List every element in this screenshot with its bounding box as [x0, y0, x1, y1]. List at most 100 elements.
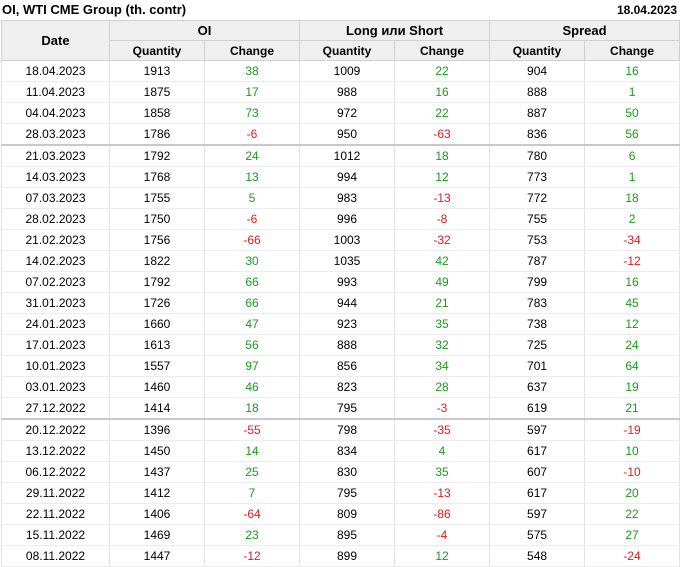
cell-ls-quantity: 795 — [299, 482, 396, 504]
table-row: 29.11.2022 1412 7 795 -13 617 20 — [1, 482, 680, 504]
group-header-long-short: Long или Short — [299, 20, 491, 41]
cell-ls-quantity: 994 — [299, 166, 396, 188]
table-row: 06.12.2022 1437 25 830 35 607 -10 — [1, 461, 680, 483]
cell-ls-quantity: 950 — [299, 123, 396, 146]
cell-ls-change: 22 — [394, 102, 491, 124]
cell-ls-quantity: 856 — [299, 355, 396, 377]
cell-ls-change: -32 — [394, 229, 491, 251]
table-row: 17.01.2023 1613 56 888 32 725 24 — [1, 334, 680, 356]
cell-spread-quantity: 888 — [489, 81, 586, 103]
cell-spread-change: 18 — [584, 187, 680, 209]
cell-ls-change: 12 — [394, 545, 491, 567]
cell-spread-quantity: 548 — [489, 545, 586, 567]
cell-oi-change: 25 — [203, 461, 301, 483]
table-row: 24.01.2023 1660 47 923 35 738 12 — [1, 313, 680, 335]
cell-spread-change: 20 — [584, 482, 680, 504]
cell-spread-change: 1 — [584, 81, 680, 103]
cell-spread-quantity: 887 — [489, 102, 586, 124]
table-row: 14.02.2023 1822 30 1035 42 787 -12 — [1, 250, 680, 272]
report-title: OI, WTI CME Group (th. contr) — [2, 2, 187, 17]
cell-oi-quantity: 1756 — [109, 229, 205, 251]
col-header-spread-quantity: Quantity — [489, 40, 586, 61]
cell-ls-quantity: 888 — [299, 334, 396, 356]
cell-oi-change: 46 — [203, 376, 301, 398]
cell-ls-change: 12 — [394, 166, 491, 188]
cell-ls-quantity: 944 — [299, 292, 396, 314]
cell-date: 20.12.2022 — [1, 418, 110, 441]
cell-ls-quantity: 809 — [299, 503, 396, 525]
cell-spread-quantity: 617 — [489, 482, 586, 504]
cell-oi-change: -6 — [203, 123, 301, 146]
cell-date: 24.01.2023 — [1, 313, 110, 335]
cell-ls-quantity: 983 — [299, 187, 396, 209]
cell-ls-change: 28 — [394, 376, 491, 398]
cell-spread-quantity: 619 — [489, 397, 586, 420]
cell-date: 28.03.2023 — [1, 123, 110, 146]
report-date: 18.04.2023 — [616, 3, 677, 17]
table-row: 18.04.2023 1913 38 1009 22 904 16 — [1, 60, 680, 82]
cell-ls-quantity: 1003 — [299, 229, 396, 251]
cell-oi-quantity: 1412 — [109, 482, 205, 504]
cell-spread-quantity: 780 — [489, 144, 586, 167]
cell-oi-quantity: 1406 — [109, 503, 205, 525]
cell-date: 27.12.2022 — [1, 397, 110, 420]
table-row: 07.02.2023 1792 66 993 49 799 16 — [1, 271, 680, 293]
cell-spread-change: -19 — [584, 418, 680, 441]
cell-ls-quantity: 1035 — [299, 250, 396, 272]
cell-oi-change: 38 — [203, 60, 301, 82]
cell-ls-change: 35 — [394, 313, 491, 335]
table-row: 11.04.2023 1875 17 988 16 888 1 — [1, 81, 680, 103]
cell-oi-quantity: 1750 — [109, 208, 205, 230]
col-header-ls-change: Change — [394, 40, 491, 61]
cell-oi-quantity: 1447 — [109, 545, 205, 567]
cell-ls-change: 4 — [394, 440, 491, 462]
cell-spread-quantity: 773 — [489, 166, 586, 188]
cell-spread-quantity: 738 — [489, 313, 586, 335]
cell-ls-change: -13 — [394, 482, 491, 504]
cell-spread-quantity: 617 — [489, 440, 586, 462]
table-row: 21.03.2023 1792 24 1012 18 780 6 — [1, 144, 680, 167]
cell-oi-quantity: 1414 — [109, 397, 205, 420]
cell-ls-quantity: 798 — [299, 418, 396, 441]
cell-oi-change: 24 — [203, 144, 301, 167]
cell-spread-change: -10 — [584, 461, 680, 483]
table-row: 07.03.2023 1755 5 983 -13 772 18 — [1, 187, 680, 209]
group-header-spread: Spread — [489, 20, 680, 41]
cell-spread-change: 10 — [584, 440, 680, 462]
cell-spread-quantity: 725 — [489, 334, 586, 356]
cell-ls-quantity: 895 — [299, 524, 396, 546]
cell-date: 08.11.2022 — [1, 545, 110, 567]
cell-date: 03.01.2023 — [1, 376, 110, 398]
cell-spread-change: 27 — [584, 524, 680, 546]
cell-date: 14.03.2023 — [1, 166, 110, 188]
cell-spread-change: 45 — [584, 292, 680, 314]
cell-oi-quantity: 1768 — [109, 166, 205, 188]
cell-oi-change: 5 — [203, 187, 301, 209]
table-row: 04.04.2023 1858 73 972 22 887 50 — [1, 102, 680, 124]
cell-spread-change: 2 — [584, 208, 680, 230]
cell-date: 06.12.2022 — [1, 461, 110, 483]
cell-oi-change: 56 — [203, 334, 301, 356]
table-row: 15.11.2022 1469 23 895 -4 575 27 — [1, 524, 680, 546]
cell-ls-change: 16 — [394, 81, 491, 103]
table-row: 22.11.2022 1406 -64 809 -86 597 22 — [1, 503, 680, 525]
cell-oi-quantity: 1557 — [109, 355, 205, 377]
cell-spread-quantity: 836 — [489, 123, 586, 146]
cell-ls-change: 18 — [394, 144, 491, 167]
col-header-oi-change: Change — [203, 40, 301, 61]
cell-oi-change: 30 — [203, 250, 301, 272]
cell-spread-quantity: 787 — [489, 250, 586, 272]
cell-spread-change: 16 — [584, 271, 680, 293]
cell-spread-change: 16 — [584, 60, 680, 82]
cell-ls-change: 21 — [394, 292, 491, 314]
cell-ls-quantity: 823 — [299, 376, 396, 398]
cell-oi-quantity: 1613 — [109, 334, 205, 356]
cell-oi-change: 66 — [203, 292, 301, 314]
cell-spread-change: 24 — [584, 334, 680, 356]
cell-date: 21.02.2023 — [1, 229, 110, 251]
cell-ls-change: -3 — [394, 397, 491, 420]
cell-spread-quantity: 637 — [489, 376, 586, 398]
cell-ls-quantity: 899 — [299, 545, 396, 567]
cell-spread-change: 64 — [584, 355, 680, 377]
cell-oi-change: 73 — [203, 102, 301, 124]
